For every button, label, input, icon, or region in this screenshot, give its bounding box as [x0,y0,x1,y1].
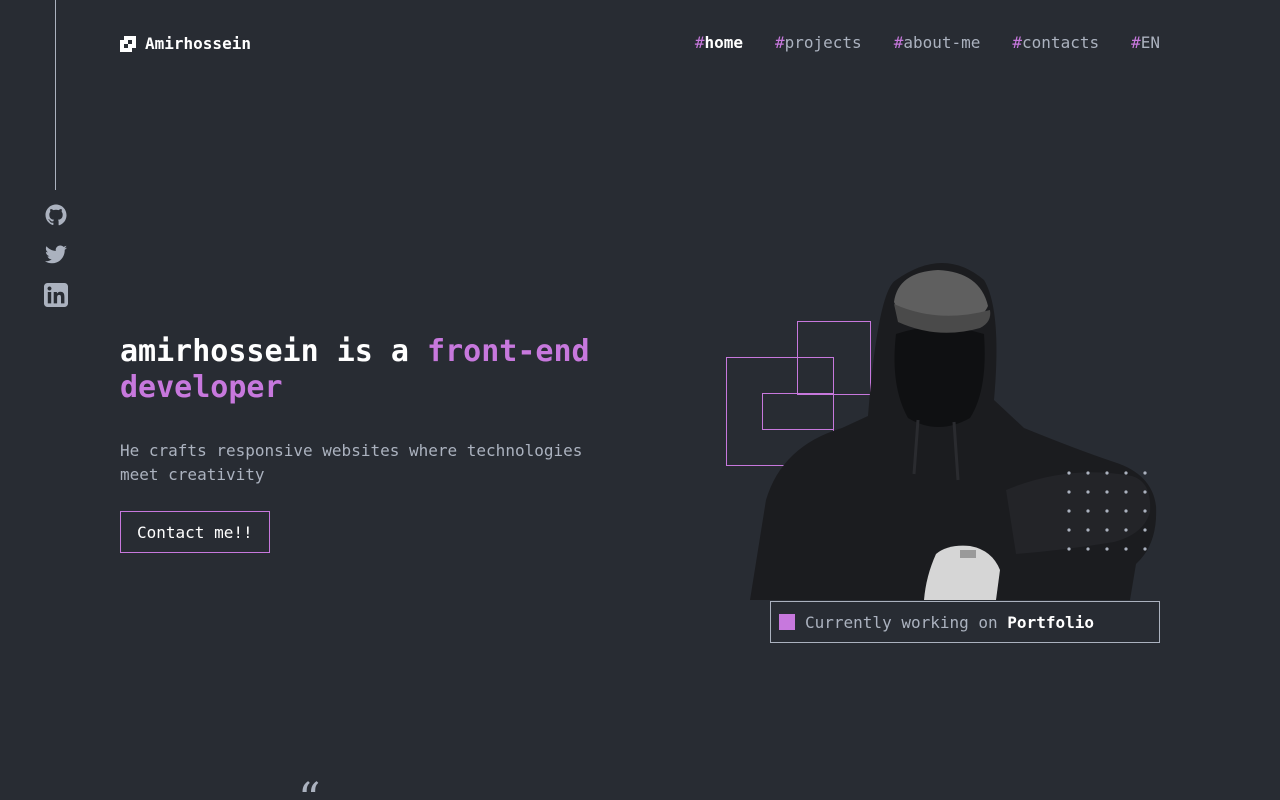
hero-tagline: He crafts responsive websites where tech… [120,441,583,484]
status-prefix: Currently working on [805,612,1008,632]
current-work-status: Currently working on Portfolio [770,601,1160,643]
nav-item-contacts[interactable]: #contacts [1012,33,1099,52]
language-switch[interactable]: #EN [1131,33,1160,52]
twitter-icon[interactable] [44,243,68,267]
github-icon[interactable] [44,203,68,227]
hero-headline: amirhossein is a front-end developer [120,334,590,405]
main-nav: #home #projects #about-me #contacts #EN [695,33,1160,52]
brand-name: Amirhossein [145,34,251,53]
social-rail-line [55,0,56,190]
contact-me-button[interactable]: Contact me!! [120,511,270,553]
quote-mark-icon: “ [298,774,321,800]
decorative-dot-grid [1067,471,1147,551]
nav-item-home[interactable]: #home [695,33,743,52]
status-project-name: Portfolio [1007,612,1094,632]
nav-item-about-me[interactable]: #about-me [894,33,981,52]
brand-logo[interactable]: Amirhossein [120,34,251,53]
page: Amirhossein #home #projects #about-me #c… [0,0,1280,800]
status-indicator [779,614,795,630]
nav-item-projects[interactable]: #projects [775,33,862,52]
logo-icon [120,35,136,52]
linkedin-icon[interactable] [44,283,68,307]
